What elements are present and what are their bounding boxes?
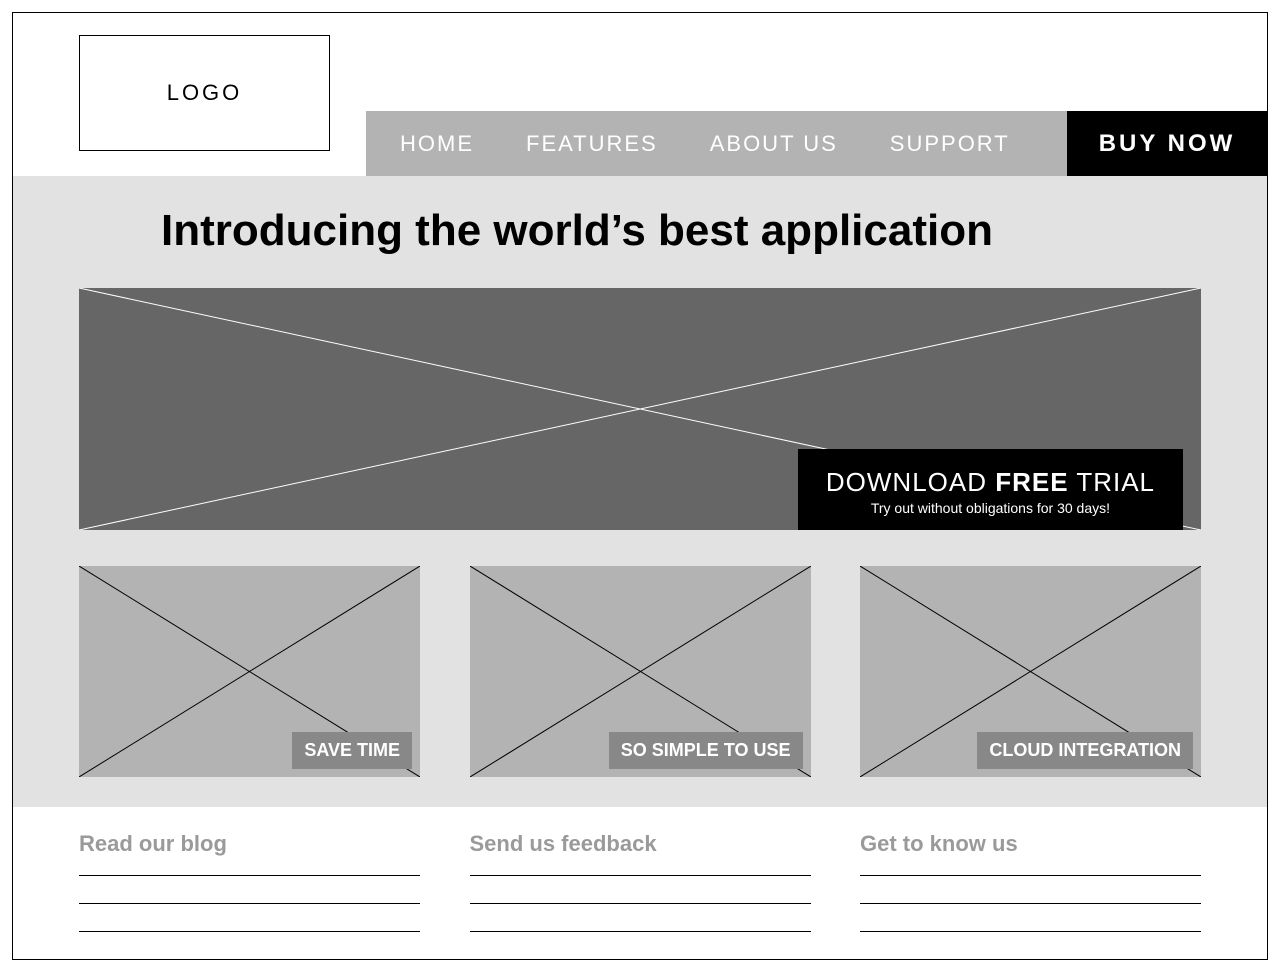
card-label: SO SIMPLE TO USE: [609, 732, 803, 769]
card-simple[interactable]: SO SIMPLE TO USE: [470, 566, 811, 777]
footer-title[interactable]: Read our blog: [79, 831, 420, 857]
footer: Read our blog Send us feedback Get to kn…: [13, 807, 1267, 959]
cta-subtitle: Try out without obligations for 30 days!: [826, 500, 1155, 516]
text-line-placeholder: [470, 931, 811, 959]
text-line-placeholder: [79, 903, 420, 931]
header: LOGO HOME FEATURES ABOUT US SUPPORT BUY …: [13, 13, 1267, 176]
cta-bold: FREE: [995, 467, 1068, 497]
hero-image-placeholder: DOWNLOAD FREE TRIAL Try out without obli…: [79, 288, 1201, 530]
card-cloud[interactable]: CLOUD INTEGRATION: [860, 566, 1201, 777]
buy-now-button[interactable]: BUY NOW: [1067, 111, 1267, 176]
text-line-placeholder: [470, 903, 811, 931]
text-line-placeholder: [79, 931, 420, 959]
nav-support[interactable]: SUPPORT: [864, 111, 1036, 176]
cta-title: DOWNLOAD FREE TRIAL: [826, 467, 1155, 498]
footer-title[interactable]: Get to know us: [860, 831, 1201, 857]
nav-home[interactable]: HOME: [366, 111, 500, 176]
cta-prefix: DOWNLOAD: [826, 467, 995, 497]
text-line-placeholder: [79, 875, 420, 903]
hero-title: Introducing the world’s best application: [79, 176, 1201, 288]
text-line-placeholder: [860, 931, 1201, 959]
card-save-time[interactable]: SAVE TIME: [79, 566, 420, 777]
footer-col-blog: Read our blog: [79, 831, 420, 959]
hero-section: Introducing the world’s best application…: [13, 176, 1267, 807]
main-nav: HOME FEATURES ABOUT US SUPPORT BUY NOW: [366, 111, 1267, 176]
footer-col-about: Get to know us: [860, 831, 1201, 959]
nav-about[interactable]: ABOUT US: [684, 111, 864, 176]
nav-spacer: [1036, 111, 1067, 176]
logo[interactable]: LOGO: [79, 35, 330, 151]
cta-suffix: TRIAL: [1069, 467, 1155, 497]
card-label: CLOUD INTEGRATION: [977, 732, 1193, 769]
download-trial-button[interactable]: DOWNLOAD FREE TRIAL Try out without obli…: [798, 449, 1183, 530]
text-line-placeholder: [860, 875, 1201, 903]
text-line-placeholder: [470, 875, 811, 903]
card-label: SAVE TIME: [292, 732, 412, 769]
page-frame: LOGO HOME FEATURES ABOUT US SUPPORT BUY …: [12, 12, 1268, 960]
footer-col-feedback: Send us feedback: [470, 831, 811, 959]
footer-title[interactable]: Send us feedback: [470, 831, 811, 857]
text-line-placeholder: [860, 903, 1201, 931]
feature-cards: SAVE TIME SO SIMPLE TO USE CLOUD INTEGRA…: [79, 566, 1201, 777]
nav-features[interactable]: FEATURES: [500, 111, 684, 176]
